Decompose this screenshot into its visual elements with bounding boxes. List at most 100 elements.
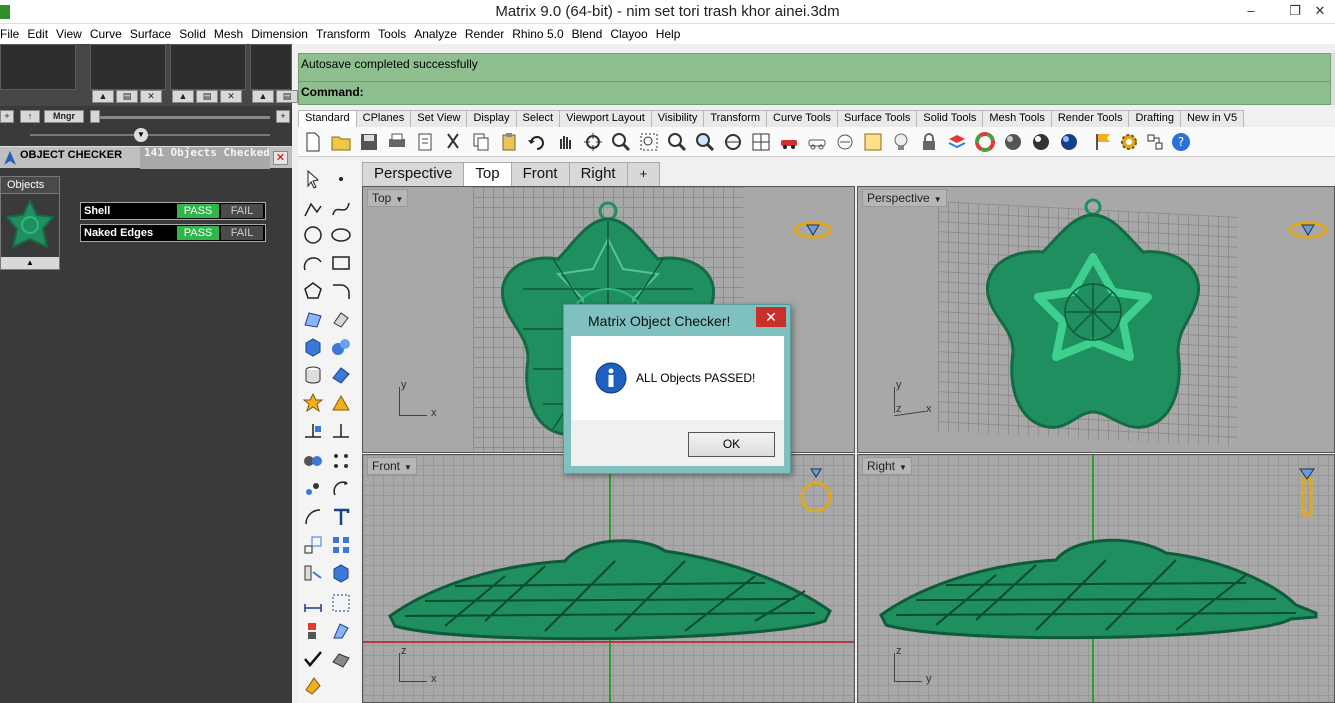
- add-button[interactable]: +: [276, 110, 290, 123]
- polyline-icon[interactable]: [302, 198, 324, 220]
- options-gear-icon[interactable]: [1118, 131, 1140, 153]
- zoom-selected-icon[interactable]: [694, 131, 716, 153]
- fillet-icon[interactable]: [330, 280, 352, 302]
- tab-perspective[interactable]: Perspective: [362, 162, 465, 186]
- save-icon[interactable]: ▤: [276, 90, 298, 103]
- box-edit-icon[interactable]: [330, 562, 352, 584]
- trim-icon[interactable]: [302, 420, 324, 442]
- tab-cplanes[interactable]: CPlanes: [355, 110, 412, 127]
- viewport-right[interactable]: Right ▼ z y: [857, 454, 1335, 703]
- car-wireframe-icon[interactable]: [806, 131, 828, 153]
- color-wheel-icon[interactable]: [974, 131, 996, 153]
- dialog-close-button[interactable]: ✕: [756, 307, 786, 327]
- ellipse-icon[interactable]: [330, 224, 352, 246]
- menu-transform[interactable]: Transform: [312, 27, 374, 41]
- close-icon[interactable]: ✕: [220, 90, 242, 103]
- menu-curve[interactable]: Curve: [86, 27, 126, 41]
- grid-array-icon[interactable]: [330, 592, 352, 614]
- join-icon[interactable]: [302, 450, 324, 472]
- tab-viewport-layout[interactable]: Viewport Layout: [559, 110, 652, 127]
- thumbnail-slot[interactable]: [250, 44, 292, 90]
- menu-file[interactable]: File: [0, 27, 23, 41]
- arrow-up-icon[interactable]: ↑: [20, 110, 40, 123]
- viewport-label[interactable]: Top ▼: [367, 189, 409, 207]
- gumball-icon[interactable]: [1144, 131, 1166, 153]
- project-icon[interactable]: [302, 562, 324, 584]
- menu-render[interactable]: Render: [461, 27, 508, 41]
- cylinder-icon[interactable]: [302, 364, 324, 386]
- menu-analyze[interactable]: Analyze: [410, 27, 461, 41]
- boolean-icon[interactable]: [330, 392, 352, 414]
- menu-clayoo[interactable]: Clayoo: [606, 27, 651, 41]
- grid-snap-icon[interactable]: [862, 131, 884, 153]
- point-icon[interactable]: [330, 168, 352, 190]
- box-icon[interactable]: [302, 336, 324, 358]
- block-icon[interactable]: [302, 620, 324, 642]
- help-icon[interactable]: ?: [1170, 131, 1192, 153]
- rotate-view-icon[interactable]: [582, 131, 604, 153]
- tab-select[interactable]: Select: [515, 110, 561, 127]
- bend-icon[interactable]: [302, 506, 324, 528]
- explode-icon[interactable]: [302, 392, 324, 414]
- grid-points-icon[interactable]: [330, 450, 352, 472]
- command-prompt[interactable]: Command:: [301, 85, 364, 99]
- extrude-icon[interactable]: [330, 308, 352, 330]
- object-thumbnail[interactable]: [3, 197, 57, 255]
- mesh-shape-icon[interactable]: [330, 648, 352, 670]
- tab-set-view[interactable]: Set View: [410, 110, 468, 127]
- arc-icon[interactable]: [302, 252, 324, 274]
- array-icon[interactable]: [330, 534, 352, 556]
- up-button[interactable]: ▲: [92, 90, 114, 103]
- material-sphere-icon[interactable]: [1058, 131, 1080, 153]
- add-button[interactable]: +: [0, 110, 14, 123]
- tab-display[interactable]: Display: [466, 110, 517, 127]
- lock-icon[interactable]: [918, 131, 940, 153]
- layers-icon[interactable]: [946, 131, 968, 153]
- menu-blend[interactable]: Blend: [568, 27, 607, 41]
- points-on-icon[interactable]: [302, 478, 324, 500]
- minimize-button[interactable]: –: [1238, 2, 1264, 20]
- zoom-extents-icon[interactable]: [666, 131, 688, 153]
- shaded-sphere-icon[interactable]: [1002, 131, 1024, 153]
- collapse-icon[interactable]: ▼: [134, 128, 148, 142]
- menu-dimension[interactable]: Dimension: [247, 27, 312, 41]
- viewport-front[interactable]: Front ▼ z x: [362, 454, 855, 703]
- viewport-perspective[interactable]: Perspective ▼ y z x: [857, 186, 1335, 453]
- tab-new-in-v5[interactable]: New in V5: [1179, 110, 1245, 127]
- text-icon[interactable]: [330, 506, 352, 528]
- tab-mesh-tools[interactable]: Mesh Tools: [982, 110, 1052, 127]
- tab-surface-tools[interactable]: Surface Tools: [836, 110, 918, 127]
- rendered-sphere-icon[interactable]: [1030, 131, 1052, 153]
- tab-standard[interactable]: Standard: [298, 110, 357, 127]
- zoom-icon[interactable]: [610, 131, 632, 153]
- tab-curve-tools[interactable]: Curve Tools: [766, 110, 838, 127]
- up-button[interactable]: ▲: [252, 90, 274, 103]
- copy-icon[interactable]: [470, 131, 492, 153]
- undo-icon[interactable]: [526, 131, 548, 153]
- tab-render-tools[interactable]: Render Tools: [1050, 110, 1130, 127]
- thumbnail-slot[interactable]: [170, 44, 246, 90]
- pan-hand-icon[interactable]: [554, 131, 576, 153]
- close-window-button[interactable]: ✕: [1307, 2, 1333, 20]
- tab-top[interactable]: Top: [463, 162, 512, 186]
- save-icon[interactable]: ▤: [196, 90, 218, 103]
- zoom-window-icon[interactable]: [638, 131, 660, 153]
- open-folder-icon[interactable]: [330, 131, 352, 153]
- flag-icon[interactable]: [1092, 131, 1114, 153]
- menu-tools[interactable]: Tools: [374, 27, 410, 41]
- osnap-icon[interactable]: [834, 131, 856, 153]
- spheres-icon[interactable]: [330, 336, 352, 358]
- rectangle-icon[interactable]: [330, 252, 352, 274]
- select-arrow-icon[interactable]: [302, 168, 324, 190]
- menu-mesh[interactable]: Mesh: [210, 27, 247, 41]
- tab-visibility[interactable]: Visibility: [650, 110, 705, 127]
- tab-drafting[interactable]: Drafting: [1128, 110, 1181, 127]
- car-icon[interactable]: [778, 131, 800, 153]
- print-icon[interactable]: [386, 131, 408, 153]
- tab-right[interactable]: Right: [568, 162, 628, 186]
- menu-edit[interactable]: Edit: [23, 27, 52, 41]
- menu-surface[interactable]: Surface: [126, 27, 175, 41]
- rotate-icon[interactable]: [330, 478, 352, 500]
- viewport-label[interactable]: Perspective ▼: [862, 189, 947, 207]
- viewport-label[interactable]: Right ▼: [862, 457, 912, 475]
